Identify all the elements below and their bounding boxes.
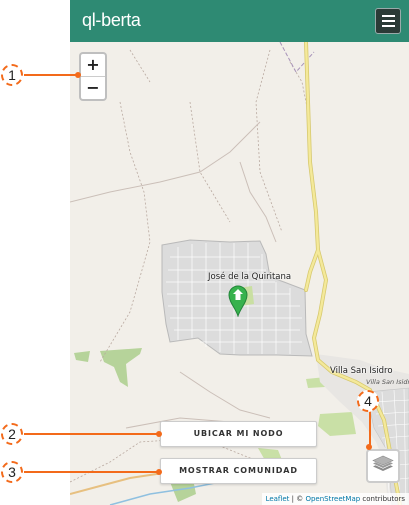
callout-3-line <box>24 471 158 473</box>
zoom-control: + − <box>79 52 107 101</box>
callout-2-line <box>24 433 158 435</box>
callout-2: 2 <box>1 423 23 445</box>
callout-2-dot <box>156 431 162 437</box>
zoom-out-button[interactable]: − <box>81 77 105 99</box>
callout-4-dot <box>366 444 372 450</box>
app-title: ql-berta <box>82 10 141 30</box>
app-window: José de la Quiritana Villa San Isidro Vi… <box>70 0 409 505</box>
osm-link[interactable]: OpenStreetMap <box>305 495 360 503</box>
callout-1-dot <box>75 72 81 78</box>
place-label-main: José de la Quiritana <box>208 272 292 282</box>
leaflet-link[interactable]: Leaflet <box>266 495 290 503</box>
callout-3: 3 <box>1 461 23 483</box>
map-attribution: Leaflet | © OpenStreetMap contributors <box>261 493 409 505</box>
callout-4: 4 <box>357 390 379 412</box>
map-marker-icon[interactable] <box>228 285 248 317</box>
hamburger-menu-icon[interactable] <box>375 8 401 34</box>
callout-4-line <box>369 410 371 446</box>
place-label-small: Villa San Isidro <box>366 378 409 386</box>
attribution-suffix: contributors <box>360 495 405 503</box>
attribution-separator: | © <box>289 495 306 503</box>
top-bar: ql-berta <box>70 0 409 42</box>
callout-3-dot <box>156 469 162 475</box>
layers-glyph <box>372 455 394 471</box>
callout-1: 1 <box>1 64 23 86</box>
show-community-button[interactable]: MOSTRAR COMUNIDAD <box>160 458 317 484</box>
place-label-secondary: Villa San Isidro <box>330 366 393 376</box>
locate-node-button[interactable]: UBICAR MI NODO <box>160 421 317 447</box>
callout-1-line <box>24 74 78 76</box>
layers-icon[interactable] <box>366 449 400 483</box>
zoom-in-button[interactable]: + <box>81 54 105 77</box>
